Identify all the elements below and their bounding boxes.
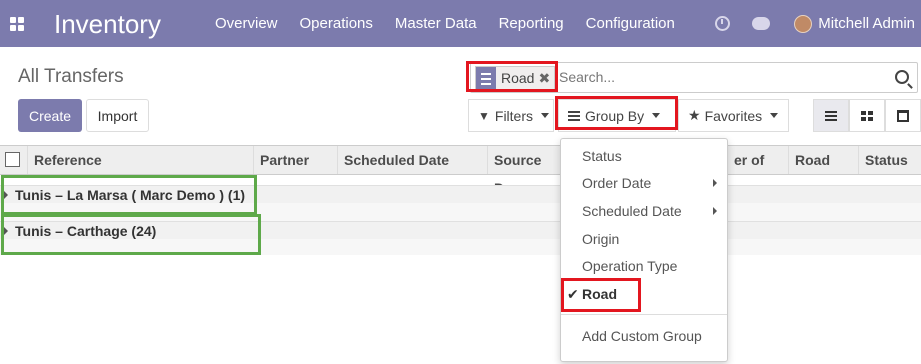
view-switcher	[813, 99, 921, 132]
menu-master-data[interactable]: Master Data	[395, 15, 477, 32]
list-icon	[825, 110, 837, 121]
app-title: Inventory	[54, 9, 161, 39]
search-icon[interactable]	[895, 70, 909, 84]
select-all-checkbox[interactable]	[5, 152, 20, 167]
highlight-group-by-button	[555, 96, 678, 130]
table-header: Reference Partner Scheduled Date Source …	[0, 145, 921, 196]
user-name[interactable]: Mitchell Admin	[818, 15, 915, 32]
option-label: Order Date	[582, 175, 652, 191]
search-input[interactable]: Search...	[559, 69, 615, 85]
chevron-down-icon	[541, 113, 550, 118]
favorites-button[interactable]: ★ Favorites	[678, 99, 789, 132]
highlight-road-option	[561, 278, 641, 312]
column-partner[interactable]: Partner	[253, 146, 337, 174]
calendar-view-button[interactable]	[885, 99, 921, 132]
dropdown-divider	[561, 314, 727, 315]
filters-button[interactable]: ▼ Filters	[468, 99, 554, 132]
create-button[interactable]: Create	[18, 99, 82, 132]
option-label: Scheduled Date	[582, 203, 682, 219]
favorites-label: Favorites	[704, 107, 763, 124]
add-custom-group-button[interactable]: Add Custom Group	[561, 323, 727, 349]
group-by-option-scheduled-date[interactable]: Scheduled Date	[561, 198, 727, 224]
menu-configuration[interactable]: Configuration	[586, 15, 675, 32]
filter-icon: ▼	[478, 108, 490, 123]
star-icon: ★	[688, 107, 701, 123]
group-by-option-operation-type[interactable]: Operation Type	[561, 253, 727, 279]
menu-operations[interactable]: Operations	[300, 15, 373, 32]
highlight-group-carthage	[1, 214, 261, 255]
top-navbar: Inventory Overview Operations Master Dat…	[0, 0, 921, 47]
group-by-option-order-date[interactable]: Order Date	[561, 170, 727, 196]
group-by-option-status[interactable]: Status	[561, 143, 727, 169]
highlight-group-la-marsa	[1, 175, 257, 215]
main-menu: Overview Operations Master Data Reportin…	[215, 0, 697, 47]
kanban-view-button[interactable]	[849, 99, 885, 132]
column-source-document[interactable]: Source Do	[487, 146, 560, 196]
highlight-search-facet	[466, 61, 558, 92]
caret-right-icon	[713, 179, 717, 187]
column-scheduled-date[interactable]: Scheduled Date	[337, 146, 487, 174]
kanban-icon	[861, 110, 873, 121]
group-by-dropdown: Status Order Date Scheduled Date Origin …	[560, 138, 728, 362]
menu-reporting[interactable]: Reporting	[499, 15, 564, 32]
chevron-down-icon	[770, 113, 779, 118]
list-view-button[interactable]	[813, 99, 849, 132]
column-status[interactable]: Status	[858, 146, 921, 174]
import-button[interactable]: Import	[86, 99, 149, 132]
group-by-option-origin[interactable]: Origin	[561, 226, 727, 252]
column-reference[interactable]: Reference	[27, 146, 253, 174]
caret-right-icon	[713, 207, 717, 215]
navbar-systray: Mitchell Admin	[715, 0, 921, 47]
apps-menu-icon[interactable]	[10, 17, 24, 31]
page-title: All Transfers	[18, 66, 124, 87]
activity-clock-icon[interactable]	[715, 16, 731, 31]
filters-label: Filters	[494, 107, 534, 124]
chat-icon[interactable]	[752, 17, 771, 30]
column-road[interactable]: Road	[788, 146, 858, 174]
menu-overview[interactable]: Overview	[215, 15, 278, 32]
user-avatar[interactable]	[794, 14, 813, 33]
column-number-of[interactable]: er of	[728, 146, 788, 174]
calendar-icon	[897, 109, 909, 122]
